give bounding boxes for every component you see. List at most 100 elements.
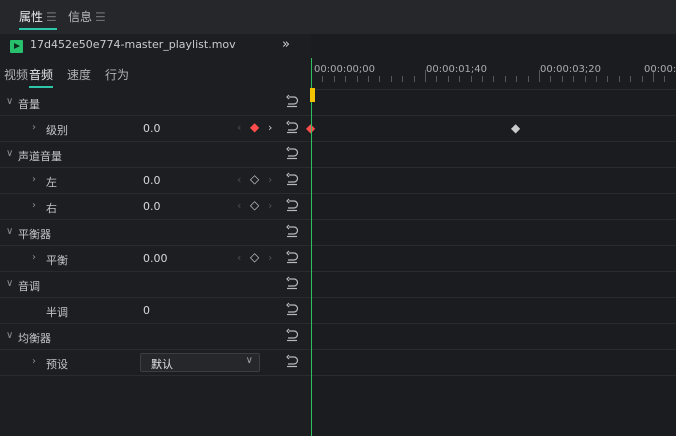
- sub-tab-bar: 视频 音频 速度 行为: [0, 58, 311, 90]
- prev-keyframe-icon[interactable]: ‹: [237, 121, 241, 134]
- tab-properties[interactable]: 属性 ☰: [19, 0, 57, 34]
- prev-keyframe-icon[interactable]: ‹: [237, 173, 241, 186]
- property-value[interactable]: 0: [143, 304, 150, 317]
- preset-dropdown[interactable]: 默认 ∨: [140, 353, 260, 372]
- expand-chevron-icon[interactable]: ›: [32, 356, 36, 367]
- property-row[interactable]: › 平衡 0.00 ‹ ◇ ›: [0, 246, 311, 272]
- timeline-row[interactable]: [311, 168, 676, 194]
- collapse-chevron-icon[interactable]: ∨: [6, 330, 13, 341]
- ruler-tick: [664, 76, 666, 82]
- tab-speed[interactable]: 速度: [67, 66, 91, 83]
- top-tab-bar: 属性 ☰ 信息 ☰: [0, 0, 676, 34]
- reset-icon[interactable]: [285, 354, 299, 368]
- property-label: 均衡器: [18, 332, 51, 345]
- property-value[interactable]: 0.0: [143, 122, 161, 135]
- timeline-row[interactable]: [311, 350, 676, 376]
- playhead[interactable]: [310, 58, 315, 436]
- keyframe-toggle-icon[interactable]: ◇: [250, 172, 259, 186]
- collapse-chevron-icon[interactable]: ∨: [6, 226, 13, 237]
- clip-header: 17d452e50e774-master_playlist.mov »: [0, 34, 311, 58]
- reset-icon[interactable]: [285, 198, 299, 212]
- property-value[interactable]: 0.0: [143, 200, 161, 213]
- ruler-tick: [504, 76, 506, 82]
- property-section[interactable]: ∨ 均衡器: [0, 324, 311, 350]
- ruler-tick: [527, 76, 529, 82]
- ruler-time-label: 00:00:03;20: [540, 64, 602, 75]
- keyframe-toggle-icon[interactable]: ◆: [250, 120, 259, 134]
- reset-icon[interactable]: [285, 172, 299, 186]
- tab-audio[interactable]: 音频: [29, 66, 54, 88]
- property-value[interactable]: 0.0: [143, 174, 161, 187]
- property-label: 右: [46, 202, 57, 215]
- ruler-tick: [356, 76, 358, 82]
- collapse-chevron-icon[interactable]: ∨: [6, 148, 13, 159]
- next-keyframe-icon[interactable]: ›: [268, 251, 272, 264]
- ruler-tick: [345, 76, 347, 82]
- playhead-marker[interactable]: [310, 88, 315, 102]
- expand-chevron-icon[interactable]: ›: [32, 122, 36, 133]
- reset-icon[interactable]: [285, 120, 299, 134]
- expand-chevron-icon[interactable]: ›: [32, 252, 36, 263]
- ruler-tick: [447, 76, 449, 82]
- next-keyframe-icon[interactable]: ›: [268, 173, 272, 186]
- reset-icon[interactable]: [285, 328, 299, 342]
- keyframe-toggle-icon[interactable]: ◇: [250, 250, 259, 264]
- expand-chevron-icon[interactable]: ›: [32, 200, 36, 211]
- timeline-row[interactable]: [311, 272, 676, 298]
- clip-filename: 17d452e50e774-master_playlist.mov: [30, 38, 236, 51]
- timeline-row[interactable]: [311, 220, 676, 246]
- timeline-keyframe-icon[interactable]: ◆: [511, 121, 520, 135]
- collapse-chevron-icon[interactable]: ∨: [6, 278, 13, 289]
- next-keyframe-icon[interactable]: ›: [268, 121, 272, 134]
- timeline-row[interactable]: [311, 142, 676, 168]
- property-row[interactable]: › 左 0.0 ‹ ◇ ›: [0, 168, 311, 194]
- prev-keyframe-icon[interactable]: ‹: [237, 199, 241, 212]
- timeline-row[interactable]: [311, 246, 676, 272]
- ruler-tick: [413, 76, 415, 82]
- timeline-row[interactable]: [311, 298, 676, 324]
- next-keyframe-icon[interactable]: ›: [268, 199, 272, 212]
- reset-icon[interactable]: [285, 276, 299, 290]
- property-label: 平衡: [46, 254, 68, 267]
- property-section[interactable]: ∨ 音量: [0, 90, 311, 116]
- timeline-row[interactable]: [311, 194, 676, 220]
- reset-icon[interactable]: [285, 224, 299, 238]
- ruler-tick: [516, 76, 518, 82]
- property-row[interactable]: › 级别 0.0 ‹ ◆ ›: [0, 116, 311, 142]
- play-icon[interactable]: [10, 40, 23, 53]
- prev-keyframe-icon[interactable]: ‹: [237, 251, 241, 264]
- ruler-tick: [550, 76, 552, 82]
- reset-icon[interactable]: [285, 146, 299, 160]
- time-ruler[interactable]: 00:00:00;00 00:00:01;40 00:00:03;20 00:00:0…: [311, 58, 676, 90]
- timeline-row[interactable]: ◆◆: [306, 116, 676, 142]
- property-row[interactable]: › 右 0.0 ‹ ◇ ›: [0, 194, 311, 220]
- ruler-tick: [641, 76, 643, 82]
- property-label: 音量: [18, 98, 40, 111]
- tab-properties-menu-icon[interactable]: ☰: [46, 10, 57, 24]
- property-section[interactable]: ∨ 音调: [0, 272, 311, 298]
- timeline-row[interactable]: [311, 90, 676, 116]
- expand-icon[interactable]: »: [282, 37, 290, 52]
- tab-properties-label: 属性: [19, 10, 44, 24]
- ruler-time-label: 00:00:05: [644, 64, 676, 75]
- tab-video[interactable]: 视频: [4, 66, 28, 83]
- ruler-tick: [436, 76, 438, 82]
- expand-chevron-icon[interactable]: ›: [32, 174, 36, 185]
- property-section[interactable]: ∨ 声道音量: [0, 142, 311, 168]
- ruler-tick: [402, 76, 404, 82]
- property-value[interactable]: 0.00: [143, 252, 168, 265]
- property-row[interactable]: › 预设 默认 ∨: [0, 350, 311, 376]
- ruler-tick: [470, 76, 472, 82]
- reset-icon[interactable]: [285, 250, 299, 264]
- property-section[interactable]: ∨ 平衡器: [0, 220, 311, 246]
- tab-info-menu-icon[interactable]: ☰: [95, 10, 106, 24]
- property-row[interactable]: 半调 0: [0, 298, 311, 324]
- keyframe-toggle-icon[interactable]: ◇: [250, 198, 259, 212]
- ruler-time-label: 00:00:01;40: [426, 64, 488, 75]
- reset-icon[interactable]: [285, 94, 299, 108]
- timeline-row[interactable]: [311, 324, 676, 350]
- tab-info[interactable]: 信息 ☰: [68, 0, 106, 34]
- reset-icon[interactable]: [285, 302, 299, 316]
- collapse-chevron-icon[interactable]: ∨: [6, 96, 13, 107]
- tab-behavior[interactable]: 行为: [105, 66, 129, 83]
